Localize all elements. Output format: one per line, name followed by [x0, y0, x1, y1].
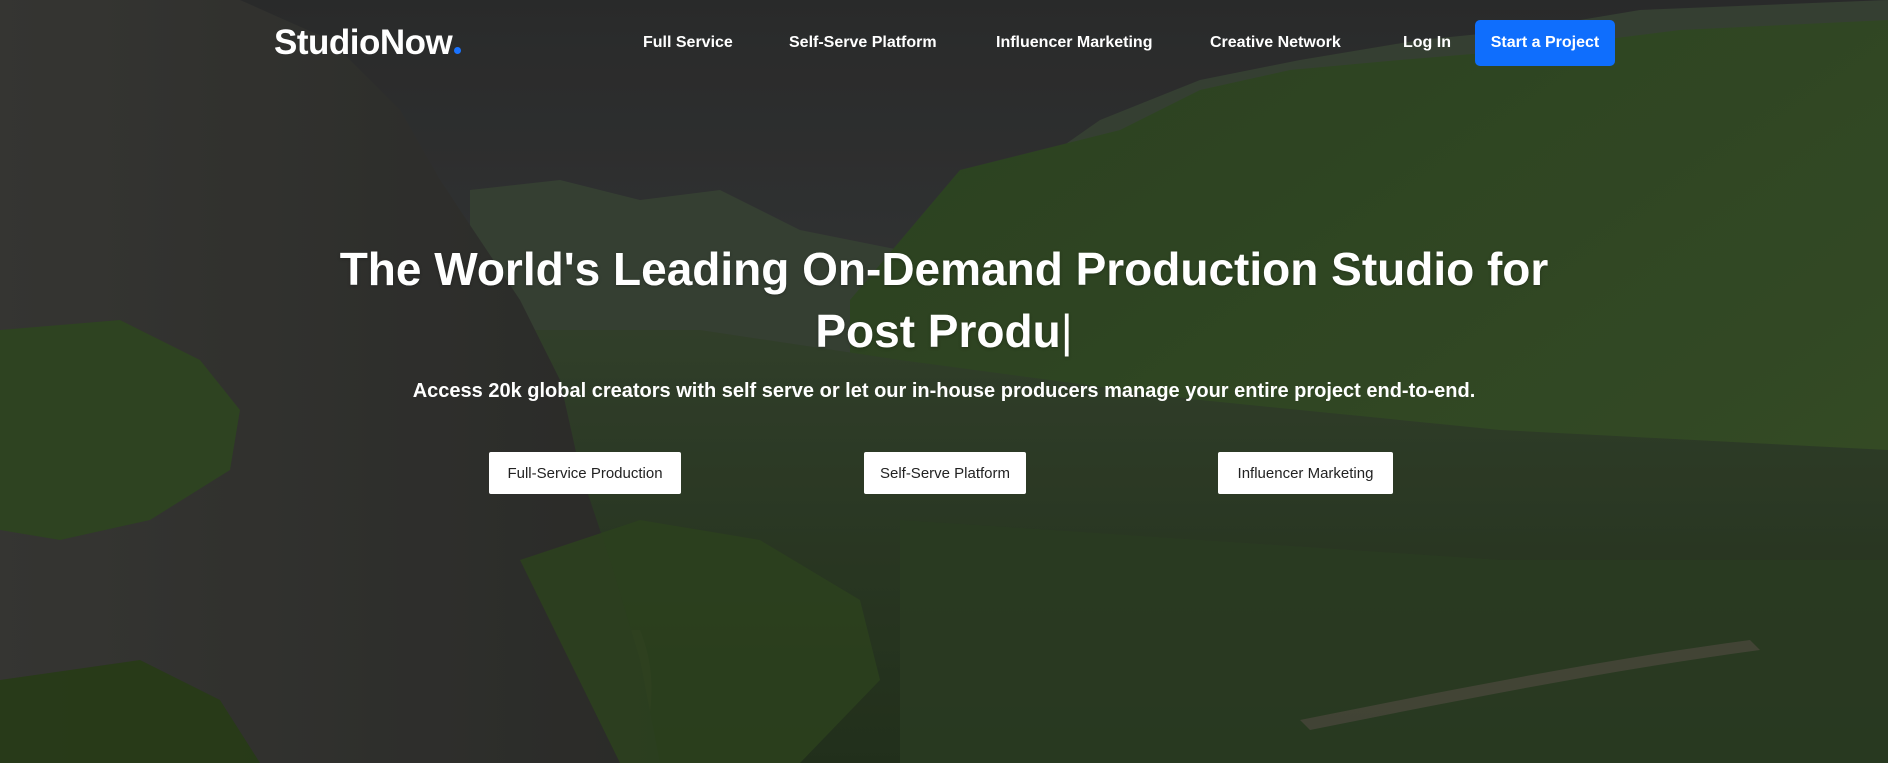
hero-headline: The World's Leading On-Demand Production… [0, 238, 1888, 362]
typing-cursor: | [1060, 305, 1073, 357]
hero-headline-line-2: Post Produ [815, 305, 1061, 357]
hero-headline-line-1: The World's Leading On-Demand Production… [339, 243, 1549, 295]
influencer-marketing-button[interactable]: Influencer Marketing [1218, 452, 1393, 494]
full-service-production-button[interactable]: Full-Service Production [489, 452, 681, 494]
nav-link-full-service[interactable]: Full Service [643, 34, 733, 52]
self-serve-platform-button[interactable]: Self-Serve Platform [864, 452, 1026, 494]
nav-link-self-serve-platform[interactable]: Self-Serve Platform [789, 34, 937, 52]
nav-link-influencer-marketing[interactable]: Influencer Marketing [996, 34, 1152, 52]
top-navigation: StudioNow Full Service Self-Serve Platfo… [0, 0, 1888, 86]
hero-subheadline: Access 20k global creators with self ser… [412, 380, 1476, 402]
nav-link-creative-network[interactable]: Creative Network [1210, 34, 1341, 52]
hero-section: StudioNow Full Service Self-Serve Platfo… [0, 0, 1888, 763]
start-a-project-button[interactable]: Start a Project [1475, 20, 1615, 66]
nav-link-log-in[interactable]: Log In [1403, 34, 1451, 52]
